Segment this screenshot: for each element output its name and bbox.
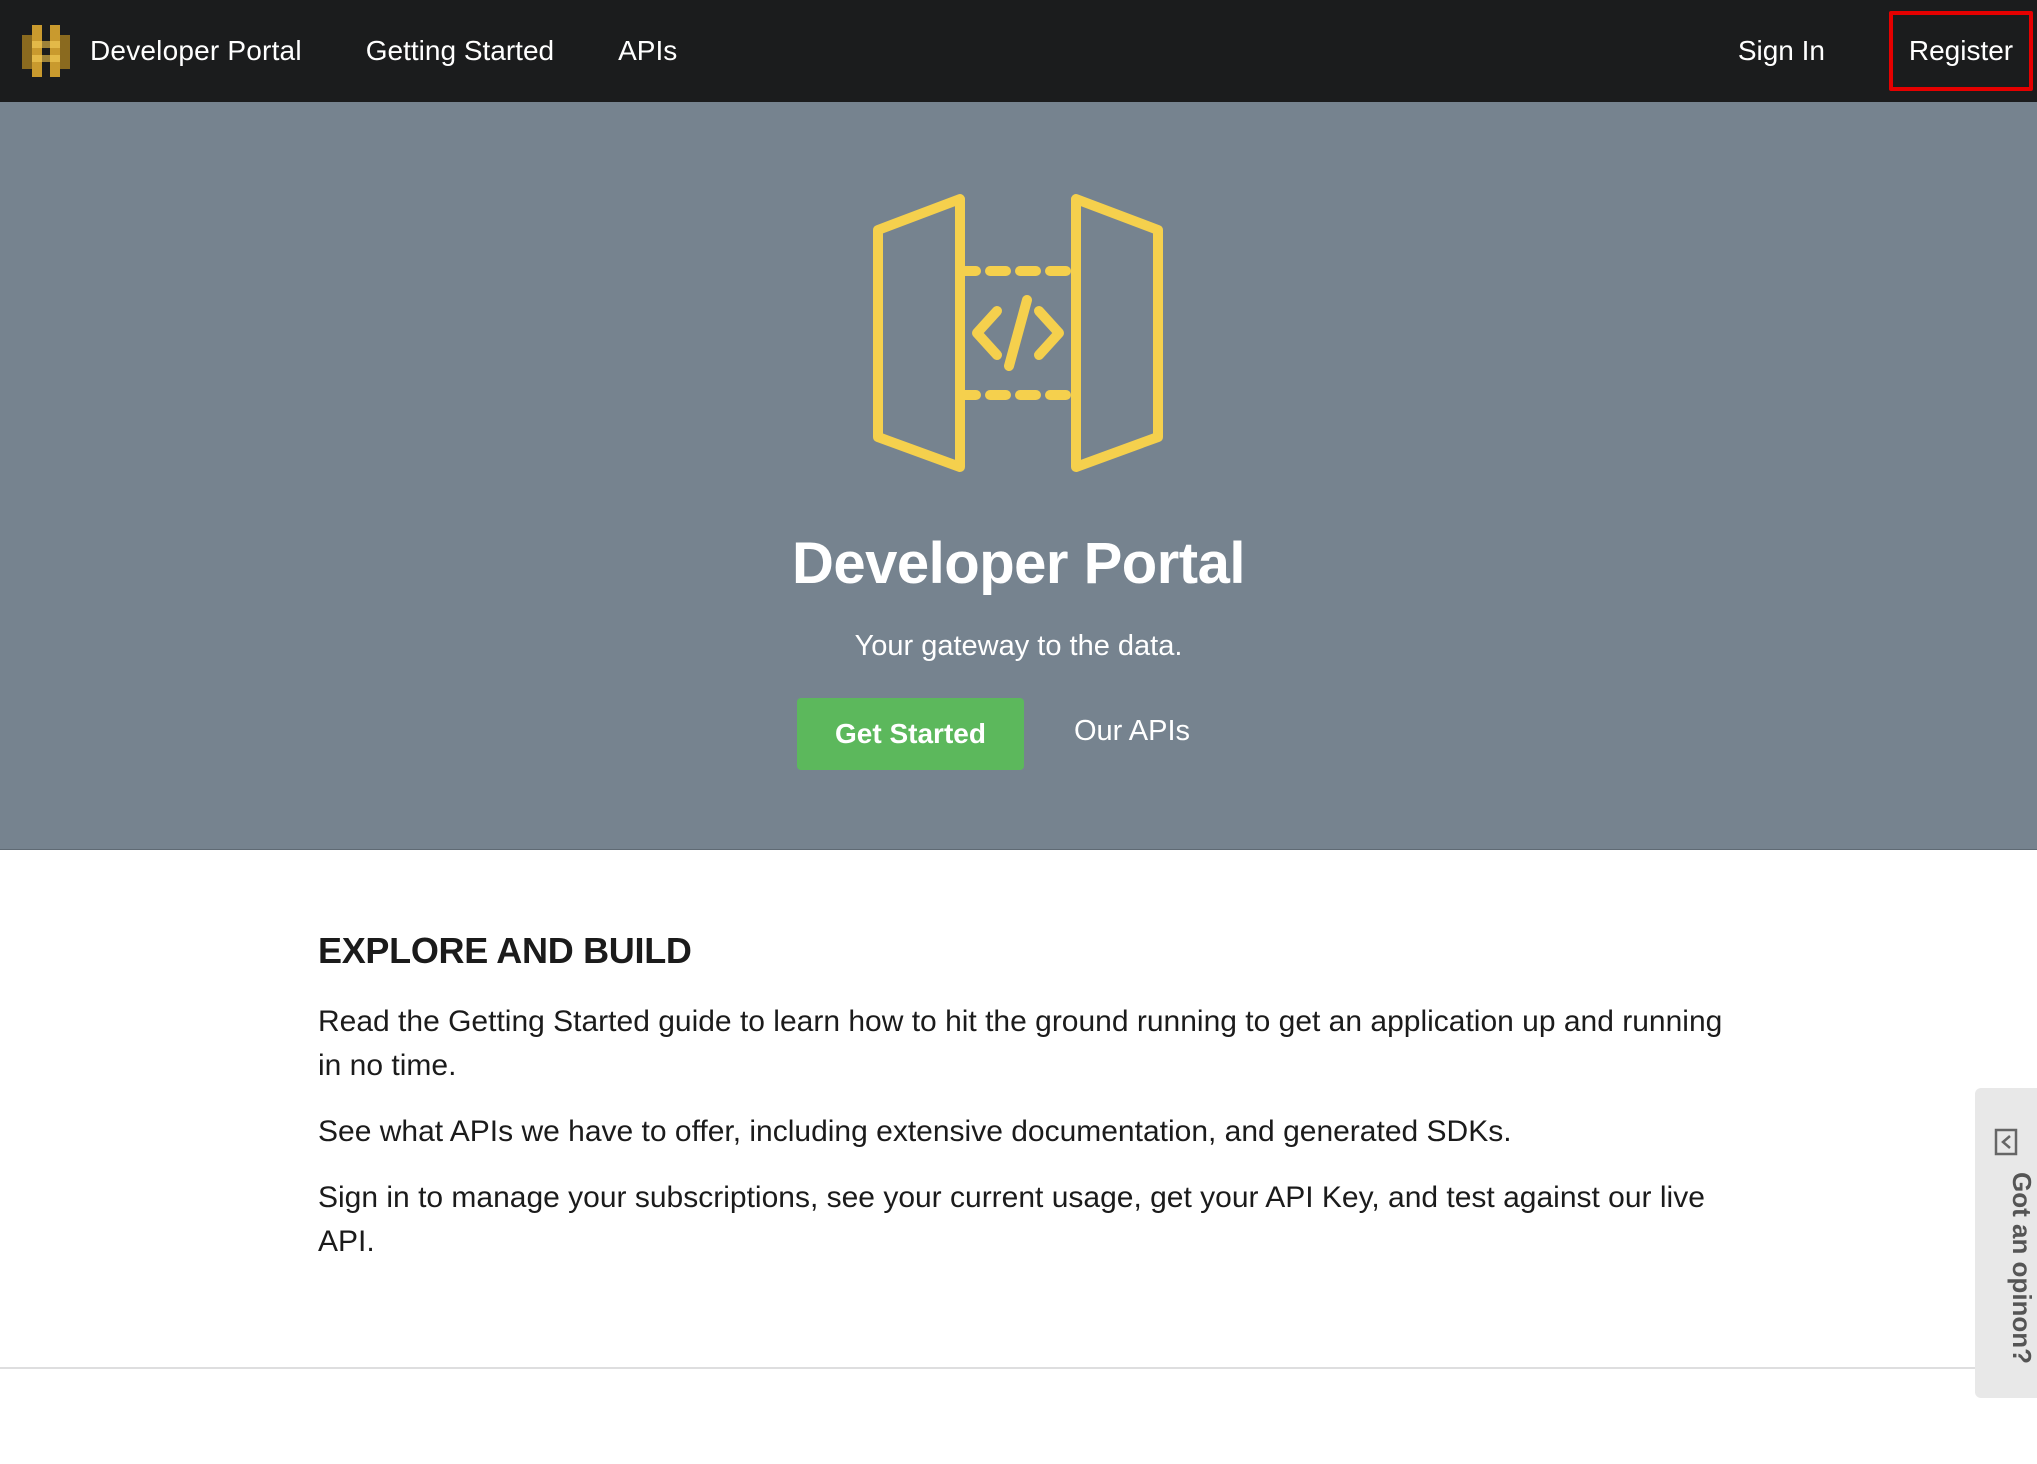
feedback-label: Got an opinon? [2007,1172,2037,1365]
nav-apis[interactable]: APIs [618,35,677,67]
explore-section: EXPLORE AND BUILD Read the Getting Start… [318,930,1738,1264]
our-apis-link[interactable]: Our APIs [1074,715,1190,748]
hero-title: Developer Portal [792,531,1245,596]
register-link[interactable]: Register [1889,11,2033,91]
feedback-tab[interactable]: Got an opinon? [1975,1088,2037,1398]
hero-subtitle: Your gateway to the data. [854,630,1183,662]
top-navbar: Developer Portal Getting Started APIs Si… [0,0,2037,102]
feedback-icon [1994,1128,2018,1156]
aws-api-gateway-logo-icon [22,25,70,77]
explore-paragraph: See what APIs we have to offer, includin… [318,1115,1512,1148]
section-heading: EXPLORE AND BUILD [318,930,692,971]
register-label: Register [1908,35,2014,66]
brand-link[interactable]: Developer Portal [0,0,302,102]
brand-title: Developer Portal [90,35,302,66]
explore-paragraph: Read the Getting Started guide to learn … [318,1005,1723,1082]
get-started-button[interactable]: Get Started [797,698,1024,770]
sign-in-link[interactable]: Sign In [1738,35,1825,67]
nav-getting-started[interactable]: Getting Started [366,35,554,67]
explore-paragraph: Sign in to manage your subscriptions, se… [318,1181,1705,1258]
api-gateway-icon [873,194,1163,472]
footer-divider [0,1367,1975,1369]
hero-section: Developer Portal Your gateway to the dat… [0,102,2037,850]
